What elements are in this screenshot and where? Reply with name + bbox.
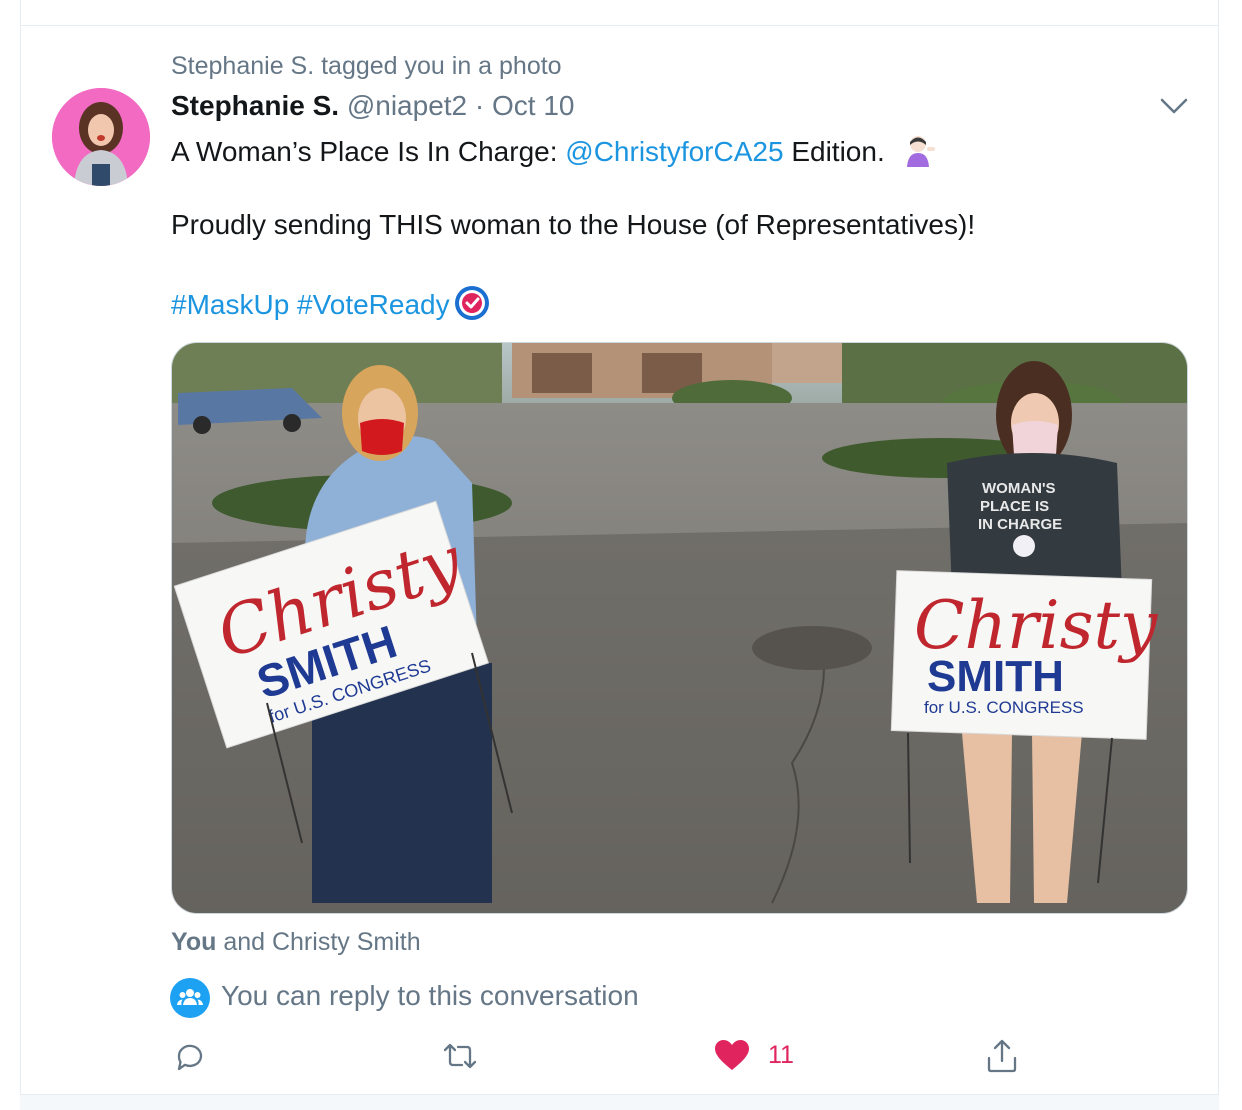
share-icon — [987, 1039, 1017, 1073]
header-separator: · — [474, 90, 485, 121]
shrug-woman-emoji — [901, 133, 935, 174]
avatar[interactable] — [52, 88, 150, 186]
hashtag-maskup[interactable]: #MaskUp — [171, 289, 289, 320]
tagged-you: You — [171, 928, 217, 956]
mention-link[interactable]: @ChristyforCA25 — [565, 136, 783, 167]
ballot-check-emoji — [454, 285, 490, 328]
like-button[interactable] — [712, 1036, 752, 1076]
tagged-others: and Christy Smith — [216, 928, 421, 956]
previous-tweet-divider — [20, 25, 1219, 26]
social-context: Stephanie S. tagged you in a photo — [171, 52, 562, 80]
tweet-photo[interactable]: Christy SMITH for U.S. CONGRESS WOMAN'S … — [171, 342, 1188, 914]
timeline-left-border — [20, 0, 21, 1110]
reply-icon — [177, 1044, 203, 1071]
timeline-right-border — [1218, 0, 1219, 1110]
next-tweet-strip — [20, 1095, 1219, 1110]
retweet-button[interactable] — [440, 1036, 480, 1076]
tagged-users[interactable]: You and Christy Smith — [171, 928, 421, 957]
sign-right-office: for U.S. CONGRESS — [924, 698, 1084, 717]
tweet-date[interactable]: Oct 10 — [492, 90, 574, 121]
share-button[interactable] — [982, 1036, 1022, 1076]
tweet-text-suffix: Edition. — [783, 135, 885, 167]
author-name[interactable]: Stephanie S. — [171, 90, 339, 121]
shirt-text: WOMAN'S — [982, 480, 1056, 497]
tweet-text-line-2: Proudly sending THIS woman to the House … — [171, 209, 976, 240]
caret-down-icon[interactable] — [1158, 92, 1190, 120]
reply-button[interactable] — [170, 1036, 210, 1076]
reply-notice-text: You can reply to this conversation — [221, 980, 639, 1011]
tweet-header: Stephanie S. @niapet2 · Oct 10 — [171, 90, 575, 122]
hashtag-voteready[interactable]: #VoteReady — [297, 289, 450, 320]
people-icon — [170, 978, 210, 1018]
retweet-icon — [443, 1043, 477, 1069]
tweet-text-line-1: A Woman’s Place Is In Charge: @Christyfo… — [171, 133, 935, 174]
author-handle[interactable]: @niapet2 — [347, 90, 467, 121]
like-count: 11 — [768, 1041, 794, 1069]
svg-text:PLACE IS: PLACE IS — [980, 498, 1049, 515]
heart-icon — [715, 1040, 749, 1070]
tweet-hashtags: #MaskUp #VoteReady — [171, 285, 490, 328]
tweet-text-prefix: A Woman’s Place Is In Charge: — [171, 135, 566, 167]
sign-right-name: SMITH — [927, 652, 1064, 701]
svg-text:IN CHARGE: IN CHARGE — [978, 516, 1062, 533]
